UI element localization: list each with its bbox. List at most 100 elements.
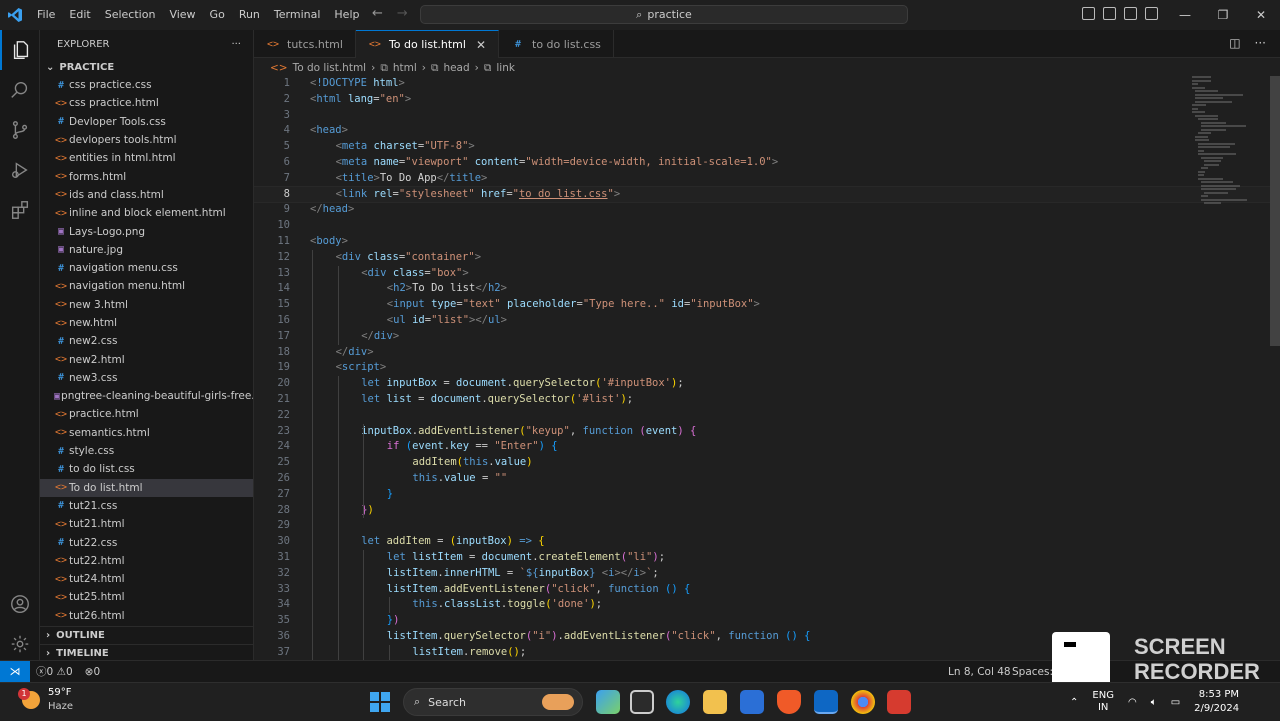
editor-scrollbar[interactable] [1270,76,1280,346]
wifi-icon[interactable]: ◠ [1128,697,1137,708]
back-arrow-icon[interactable]: ← [372,6,383,21]
close-window-button[interactable]: ✕ [1242,0,1280,30]
file-item[interactable]: # navigation menu.css [40,259,253,277]
close-tab-icon[interactable]: ✕ [476,38,486,52]
code-line[interactable]: 18 </div> [254,345,1270,361]
menu-help[interactable]: Help [327,0,366,30]
file-item[interactable]: # Devloper Tools.css [40,113,253,131]
manage-gear-icon[interactable] [0,624,40,664]
vscode-taskbar-icon[interactable] [814,690,838,714]
code-line[interactable]: 34 this.classList.toggle('done'); [254,597,1270,613]
code-line[interactable]: 13 <div class="box"> [254,266,1270,282]
file-item[interactable]: ▣ pngtree-cleaning-beautiful-girls-free..… [40,387,253,405]
minimize-button[interactable]: — [1166,0,1204,30]
code-line[interactable]: 23 inputBox.addEventListener("keyup", fun… [254,424,1270,440]
explorer-icon[interactable] [0,30,40,70]
code-line[interactable]: 27} [254,487,1270,503]
code-line[interactable]: 1 <!DOCTYPE html> [254,76,1270,92]
file-item[interactable]: <> ids and class.html [40,186,253,204]
minimap[interactable] [1192,76,1252,204]
command-center-search[interactable]: ⌕ practice [420,5,908,24]
code-line[interactable]: 11 <body> [254,234,1270,250]
code-line[interactable]: 36 listItem.querySelector("i").addEventLi… [254,629,1270,645]
file-item[interactable]: <> practice.html [40,405,253,423]
file-item[interactable]: # new2.css [40,332,253,350]
timeline-section[interactable]: › TIMELINE [40,644,253,660]
menu-go[interactable]: Go [203,0,232,30]
toggle-secondary-sidebar-icon[interactable] [1124,7,1137,20]
taskbar-search[interactable]: ⌕ Search [403,688,583,716]
file-item[interactable]: # tut22.css [40,533,253,551]
code-line[interactable]: 29 [254,518,1270,534]
customize-layout-icon[interactable] [1145,7,1158,20]
file-item[interactable]: <> tut21.html [40,515,253,533]
file-item[interactable]: # style.css [40,442,253,460]
code-line[interactable]: 2 <html lang="en"> [254,92,1270,108]
file-item[interactable]: # to do list.css [40,460,253,478]
store-icon[interactable] [740,690,764,714]
code-line[interactable]: 14 <h2>To Do list</h2> [254,281,1270,297]
code-line[interactable]: 5 <meta charset="UTF-8"> [254,139,1270,155]
file-item[interactable]: <> devlopers tools.html [40,131,253,149]
code-line[interactable]: 16 <ul id="list"></ul> [254,313,1270,329]
code-line[interactable]: 17 </div> [254,329,1270,345]
file-item[interactable]: <> new2.html [40,350,253,368]
code-line[interactable]: 8 <link rel="stylesheet" href="to do list… [254,185,1270,204]
code-line[interactable]: 33 listItem.addEventListener("click", fun… [254,582,1270,598]
code-line[interactable]: 21 let list = document.querySelector('#li… [254,392,1270,408]
code-line[interactable]: 6 <meta name="viewport" content="width=de… [254,155,1270,171]
code-line[interactable]: 22 [254,408,1270,424]
screen-recorder-app-icon[interactable] [887,690,911,714]
breadcrumb-item[interactable]: To do list.html [293,62,367,74]
code-line[interactable]: 24 if (event.key == "Enter") { [254,439,1270,455]
problems-indicator[interactable]: ⓧ0 ⚠0 [30,664,79,679]
code-line[interactable]: 32 listItem.innerHTML = `${inputBox} <i><… [254,566,1270,582]
editor-tab[interactable]: # to do list.css [499,30,614,58]
chrome-icon[interactable] [851,690,875,714]
code-line[interactable]: 20 let inputBox = document.querySelector(… [254,376,1270,392]
menu-run[interactable]: Run [232,0,267,30]
workspace-folder[interactable]: ⌄ PRACTICE [40,58,253,76]
file-item[interactable]: <> navigation menu.html [40,277,253,295]
outline-section[interactable]: › OUTLINE [40,626,253,644]
more-actions-icon[interactable]: ··· [231,39,241,50]
file-item[interactable]: <> To do list.html [40,478,253,497]
breadcrumb-item[interactable]: head [443,62,469,74]
file-item[interactable]: # css practice.css [40,76,253,94]
run-debug-icon[interactable] [0,150,40,190]
remote-indicator-icon[interactable]: ⋊ [0,660,30,683]
maximize-button[interactable]: ❐ [1204,0,1242,30]
editor-tab[interactable]: <> tutcs.html [254,30,356,58]
breadcrumb-item[interactable]: html [393,62,417,74]
code-line[interactable]: 9 </head> [254,202,1270,218]
brave-icon[interactable] [777,690,801,714]
code-line[interactable]: 3 [254,108,1270,124]
file-explorer-icon[interactable] [703,690,727,714]
file-item[interactable]: <> tut25.html [40,588,253,606]
screen-recorder-widget[interactable] [1052,632,1110,686]
task-view-icon[interactable] [630,690,654,714]
menu-selection[interactable]: Selection [98,0,163,30]
ports-indicator[interactable]: ⊗0 [79,666,107,678]
volume-icon[interactable]: 🔈︎ [1151,697,1157,708]
menu-view[interactable]: View [162,0,202,30]
file-item[interactable]: ▣ nature.jpg [40,241,253,259]
file-item[interactable]: # new3.css [40,369,253,387]
forward-arrow-icon[interactable]: → [397,6,408,21]
search-icon[interactable] [0,70,40,110]
file-item[interactable]: <> new 3.html [40,296,253,314]
menu-file[interactable]: File [30,0,62,30]
split-editor-icon[interactable]: ◫ [1229,36,1240,50]
code-line[interactable]: 12 <div class="container"> [254,250,1270,266]
file-item[interactable]: <> tut22.html [40,552,253,570]
code-editor[interactable]: 1 <!DOCTYPE html> 2 <html lang="en"> 3 4 <head… [254,76,1270,660]
menu-edit[interactable]: Edit [62,0,97,30]
file-item[interactable]: <> inline and block element.html [40,204,253,222]
code-line[interactable]: 37 listItem.remove(); [254,645,1270,660]
edge-icon[interactable] [666,690,690,714]
windows-start-icon[interactable] [370,692,390,712]
code-line[interactable]: 10 [254,218,1270,234]
editor-tab[interactable]: <> To do list.html ✕ [355,30,499,58]
copilot-icon[interactable] [596,690,620,714]
file-item[interactable]: <> tut26.html [40,607,253,625]
